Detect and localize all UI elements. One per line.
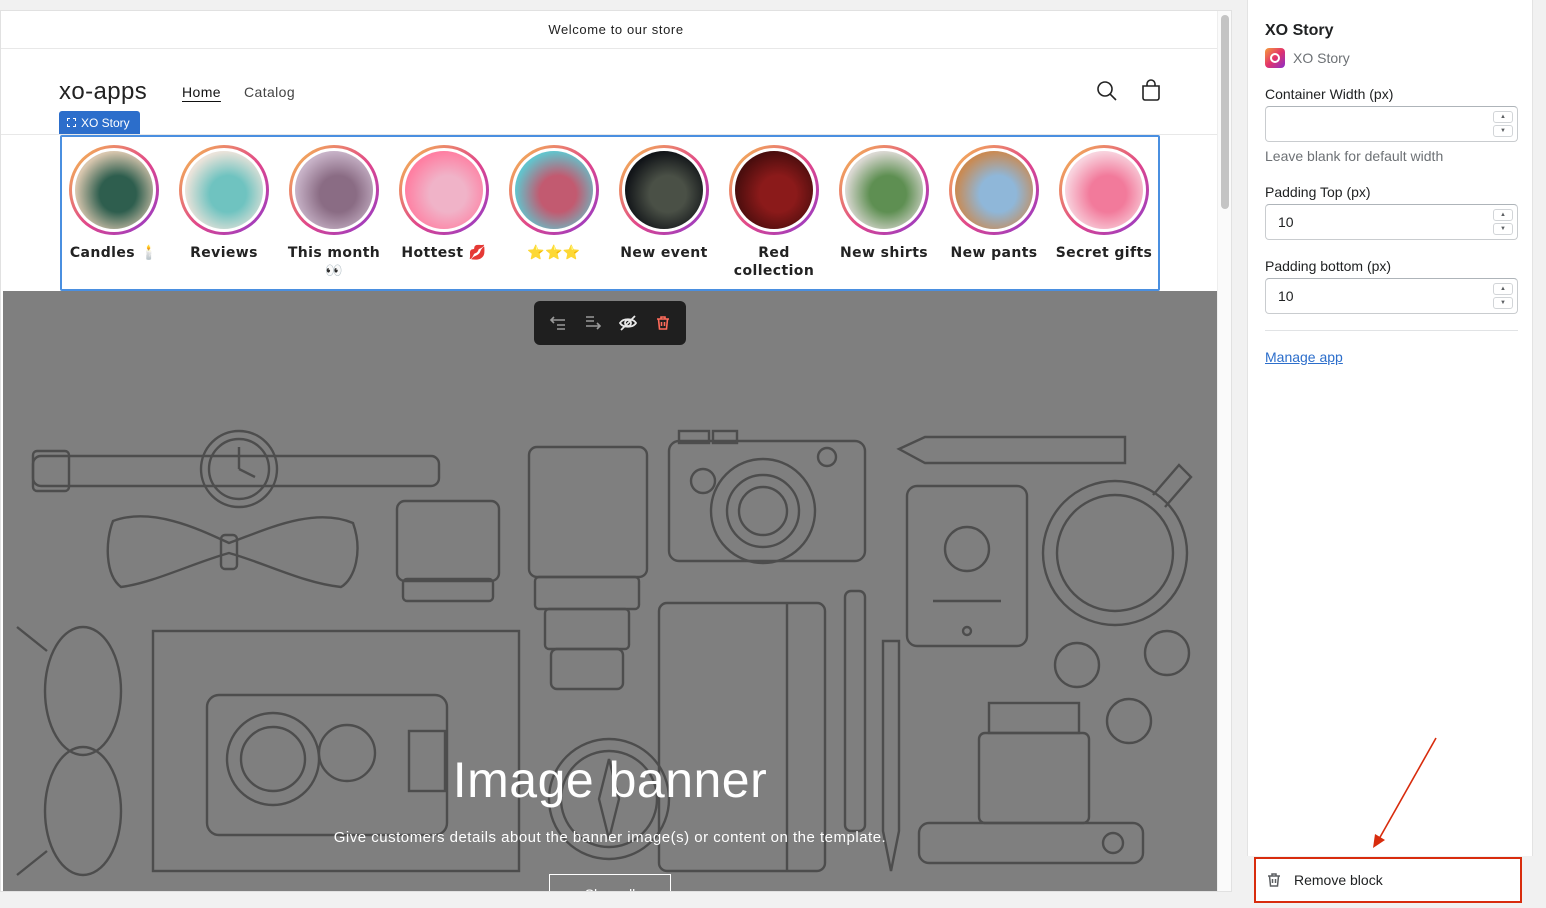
story-item[interactable]: Secret gifts (1052, 145, 1156, 262)
story-item[interactable]: ⭐⭐⭐ (502, 145, 606, 262)
padding-bottom-field[interactable]: 10 ▲ ▼ (1265, 278, 1518, 314)
story-thumbnail (735, 151, 813, 229)
story-label: Red collection (733, 245, 815, 279)
story-ring[interactable] (619, 145, 709, 235)
story-label: Hottest 💋 (401, 245, 487, 261)
story-ring[interactable] (1059, 145, 1149, 235)
story-label: New event (620, 245, 708, 261)
story-item[interactable]: New pants (942, 145, 1046, 262)
story-thumbnail (845, 151, 923, 229)
story-item[interactable]: New event (612, 145, 716, 262)
padding-top-stepper[interactable]: ▲ ▼ (1493, 209, 1513, 235)
app-logo-icon (1265, 48, 1285, 68)
story-carousel[interactable]: Candles 🕯️ Reviews This month 👀 Hottest 💋 ⭐⭐… (60, 135, 1160, 291)
store-preview: Welcome to our store xo-apps Home Catalo… (0, 10, 1232, 892)
story-ring[interactable] (509, 145, 599, 235)
nav-home[interactable]: Home (182, 84, 221, 100)
story-thumbnail (1065, 151, 1143, 229)
remove-block-button[interactable]: Remove block (1254, 857, 1522, 903)
story-ring[interactable] (839, 145, 929, 235)
story-thumbnail (405, 151, 483, 229)
delete-icon[interactable] (649, 309, 677, 337)
select-frame-icon (67, 118, 76, 127)
scroll-thumb[interactable] (1221, 15, 1229, 209)
story-thumbnail (185, 151, 263, 229)
block-toolbar (534, 301, 686, 345)
block-tag[interactable]: XO Story (59, 111, 140, 134)
move-up-icon[interactable] (544, 309, 572, 337)
app-name: XO Story (1293, 50, 1350, 66)
container-width-label: Container Width (px) (1265, 86, 1394, 102)
container-width-field[interactable]: ▲ ▼ (1265, 106, 1518, 142)
story-label: New shirts (839, 245, 929, 261)
story-label: Candles 🕯️ (69, 245, 159, 261)
padding-bottom-value: 10 (1278, 288, 1294, 304)
story-ring[interactable] (179, 145, 269, 235)
padding-bottom-label: Padding bottom (px) (1265, 258, 1392, 274)
remove-block-label: Remove block (1294, 872, 1383, 888)
padding-top-label: Padding Top (px) (1265, 184, 1371, 200)
banner-subtitle: Give customers details about the banner … (333, 829, 887, 846)
story-label: This month 👀 (287, 245, 381, 279)
preview-scrollbar[interactable] (1217, 11, 1231, 891)
story-item[interactable]: New shirts (832, 145, 936, 262)
padding-bottom-stepper[interactable]: ▲ ▼ (1493, 283, 1513, 309)
panel-divider (1265, 330, 1518, 331)
trash-icon (1268, 873, 1280, 887)
story-thumbnail (955, 151, 1033, 229)
story-label: Secret gifts (1055, 245, 1153, 261)
theme-editor: Welcome to our store xo-apps Home Catalo… (0, 0, 1546, 908)
nav-catalog[interactable]: Catalog (244, 84, 295, 100)
hide-icon[interactable] (614, 309, 642, 337)
story-item[interactable]: Red collection (722, 145, 826, 280)
story-item[interactable]: This month 👀 (282, 145, 386, 280)
padding-top-value: 10 (1278, 214, 1294, 230)
story-label: ⭐⭐⭐ (527, 245, 581, 261)
story-label: Reviews (190, 245, 258, 261)
story-thumbnail (295, 151, 373, 229)
announcement-bar: Welcome to our store (1, 11, 1231, 49)
story-thumbnail (515, 151, 593, 229)
padding-top-field[interactable]: 10 ▲ ▼ (1265, 204, 1518, 240)
story-ring[interactable] (399, 145, 489, 235)
image-banner[interactable]: Image banner Give customers details abou… (3, 291, 1217, 891)
story-ring[interactable] (949, 145, 1039, 235)
block-tag-label: XO Story (81, 115, 130, 130)
banner-title: Image banner (452, 752, 768, 808)
panel-title: XO Story (1265, 22, 1334, 39)
container-width-help: Leave blank for default width (1265, 148, 1444, 164)
move-down-icon[interactable] (579, 309, 607, 337)
story-label: New pants (950, 245, 1038, 261)
story-item[interactable]: Candles 🕯️ (62, 145, 166, 262)
container-width-stepper[interactable]: ▲ ▼ (1493, 111, 1513, 137)
story-thumbnail (75, 151, 153, 229)
shop-all-button[interactable]: Shop all (549, 874, 671, 891)
story-ring[interactable] (69, 145, 159, 235)
search-icon[interactable] (1095, 79, 1119, 103)
store-header: xo-apps Home Catalog (1, 49, 1231, 135)
store-logo[interactable]: xo-apps (59, 78, 147, 106)
manage-app-link[interactable]: Manage app (1265, 349, 1343, 365)
story-ring[interactable] (729, 145, 819, 235)
story-item[interactable]: Reviews (172, 145, 276, 262)
cart-icon[interactable] (1139, 79, 1163, 103)
story-item[interactable]: Hottest 💋 (392, 145, 496, 262)
settings-panel: XO Story XO Story Container Width (px) ▲… (1247, 0, 1533, 856)
story-ring[interactable] (289, 145, 379, 235)
story-thumbnail (625, 151, 703, 229)
